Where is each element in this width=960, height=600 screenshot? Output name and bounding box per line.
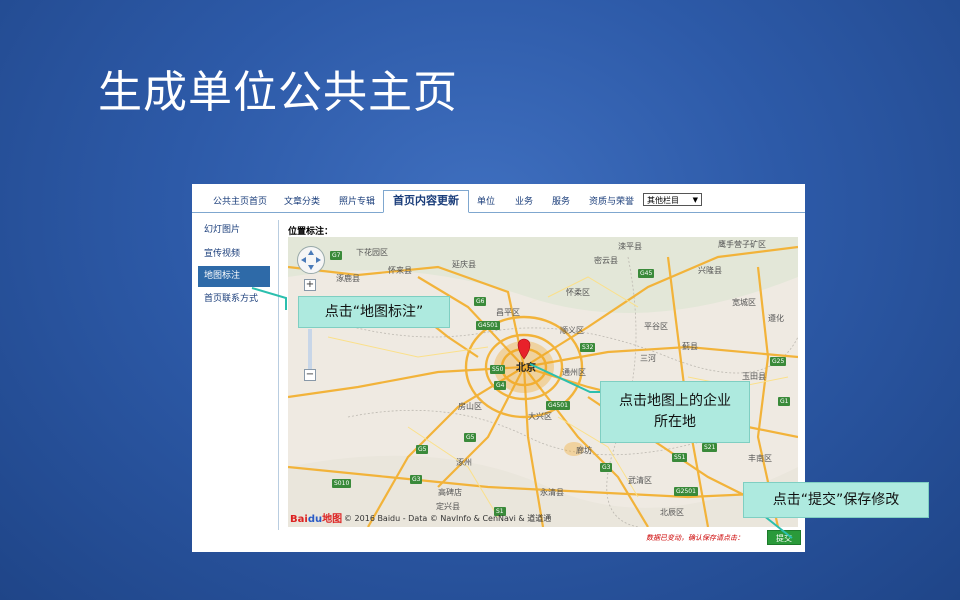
tab-homepage-content-update[interactable]: 首页内容更新 bbox=[383, 190, 469, 213]
unsaved-changes-note: 数据已变动，确认保存请点击： bbox=[646, 534, 744, 542]
sidebar-divider bbox=[278, 220, 279, 530]
map-place: 密云县 bbox=[594, 256, 618, 265]
zoom-slider[interactable] bbox=[308, 329, 312, 373]
sidebar-item-map-marker[interactable]: 地图标注 bbox=[198, 266, 270, 287]
map-place: 鹰手营子矿区 bbox=[718, 240, 766, 249]
map-copyright: © 2016 Baidu - Data © NavInfo & CenNavi … bbox=[344, 514, 552, 523]
map-place: 平谷区 bbox=[644, 322, 668, 331]
map-place: 顺义区 bbox=[560, 326, 584, 335]
map-place: 怀来县 bbox=[388, 266, 412, 275]
map-city-label: 北京 bbox=[516, 363, 536, 374]
map-place: 延庆县 bbox=[452, 260, 476, 269]
map-place: 三河 bbox=[640, 354, 656, 363]
sidebar-item-promo-video[interactable]: 宣传视频 bbox=[198, 244, 270, 265]
highway-shield: G7 bbox=[330, 251, 343, 260]
callout-submit-text: 点击“提交”保存修改 bbox=[772, 492, 900, 508]
dropdown-arrow-icon: ▼ bbox=[692, 196, 698, 204]
callout-sidebar-hint: 点击“地图标注” bbox=[298, 296, 450, 328]
zoom-in-button[interactable]: + bbox=[304, 279, 316, 291]
slide-title: 生成单位公共主页 bbox=[98, 67, 458, 118]
highway-shield: G4501 bbox=[546, 401, 570, 410]
zoom-out-button[interactable]: − bbox=[304, 369, 316, 381]
highway-shield: G25 bbox=[770, 357, 787, 366]
map-pan-control[interactable] bbox=[297, 246, 325, 274]
tab-bar: 公共主页首页 文章分类 照片专辑 首页内容更新 单位 业务 服务 资质与荣誉 其… bbox=[192, 184, 805, 213]
location-label: 位置标注： bbox=[288, 227, 334, 237]
tab-services[interactable]: 服务 bbox=[552, 194, 570, 207]
map-place: 大兴区 bbox=[528, 412, 552, 421]
tab-homepage[interactable]: 公共主页首页 bbox=[213, 194, 267, 207]
map-place: 遵化 bbox=[768, 314, 784, 323]
map-place: 丰南区 bbox=[748, 454, 772, 463]
highway-shield: G4501 bbox=[476, 321, 500, 330]
map-place: 昌平区 bbox=[496, 308, 520, 317]
callout-submit-hint: 点击“提交”保存修改 bbox=[743, 482, 929, 518]
callout-sidebar-text: 点击“地图标注” bbox=[324, 304, 424, 320]
highway-shield: G5 bbox=[416, 445, 429, 454]
map-place: 滦平县 bbox=[618, 242, 642, 251]
map-place: 下花园区 bbox=[356, 248, 388, 257]
map-place: 永清县 bbox=[540, 488, 564, 497]
map-place: 怀柔区 bbox=[566, 288, 590, 297]
map-place: 武清区 bbox=[628, 476, 652, 485]
tab-article-categories[interactable]: 文章分类 bbox=[284, 194, 320, 207]
pan-arrows-icon bbox=[301, 250, 321, 270]
highway-shield: G3 bbox=[410, 475, 423, 484]
baidu-logo-paw: du bbox=[307, 514, 323, 525]
tab-business[interactable]: 业务 bbox=[515, 194, 533, 207]
admin-panel: 公共主页首页 文章分类 照片专辑 首页内容更新 单位 业务 服务 资质与荣誉 其… bbox=[192, 184, 805, 552]
callout-map-text-line1: 点击地图上的企业 bbox=[619, 393, 731, 409]
callout-map-hint: 点击地图上的企业 所在地 bbox=[600, 381, 750, 443]
map-place: 高碑店 bbox=[438, 488, 462, 497]
baidu-logo-text: Bai bbox=[290, 514, 308, 525]
callout-map-text-line2: 所在地 bbox=[654, 414, 696, 430]
highway-shield: G6 bbox=[474, 297, 487, 306]
map-place: 房山区 bbox=[458, 402, 482, 411]
highway-shield: S010 bbox=[332, 479, 352, 488]
baidu-logo-suffix: 地图 bbox=[322, 514, 343, 525]
highway-shield: S51 bbox=[672, 453, 688, 462]
map-place: 定兴县 bbox=[436, 502, 460, 511]
map-place: 宽城区 bbox=[732, 298, 756, 307]
sidebar-item-contact-info[interactable]: 首页联系方式 bbox=[198, 289, 270, 310]
highway-shield: G1 bbox=[778, 397, 791, 406]
highway-shield: S21 bbox=[702, 443, 718, 452]
tab-qualifications[interactable]: 资质与荣誉 bbox=[589, 194, 634, 207]
other-columns-select[interactable]: 其他栏目 ▼ bbox=[643, 193, 702, 206]
highway-shield: S50 bbox=[490, 365, 506, 374]
baidu-logo: Baidu地图 bbox=[290, 510, 342, 525]
tab-photo-albums[interactable]: 照片专辑 bbox=[339, 194, 375, 207]
map-place: 北辰区 bbox=[660, 508, 684, 517]
map-place: 廊坊 bbox=[576, 446, 592, 455]
highway-shield: G45 bbox=[638, 269, 655, 278]
highway-shield: G4 bbox=[494, 381, 507, 390]
tab-unit[interactable]: 单位 bbox=[477, 194, 495, 207]
map-place: 兴隆县 bbox=[698, 266, 722, 275]
submit-button[interactable]: 提交 bbox=[767, 530, 801, 545]
highway-shield: G2501 bbox=[674, 487, 698, 496]
map-place: 涿鹿县 bbox=[336, 274, 360, 283]
map-place: 通州区 bbox=[562, 368, 586, 377]
highway-shield: S32 bbox=[580, 343, 596, 352]
other-columns-value: 其他栏目 bbox=[647, 196, 679, 205]
highway-shield: G3 bbox=[600, 463, 613, 472]
map-place: 涿州 bbox=[456, 458, 472, 467]
map-place: 蓟县 bbox=[682, 342, 698, 351]
sidebar-item-slideshow[interactable]: 幻灯图片 bbox=[198, 220, 270, 241]
highway-shield: G5 bbox=[464, 433, 477, 442]
